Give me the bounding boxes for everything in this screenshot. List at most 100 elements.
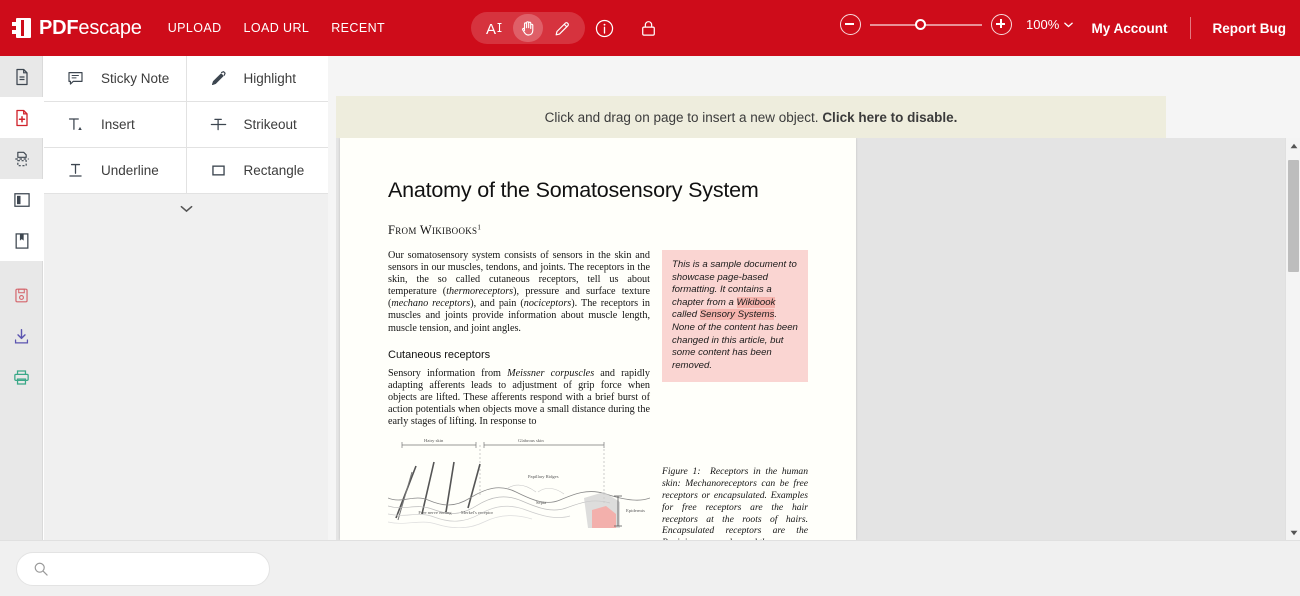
zoom-level-value: 100% — [1026, 17, 1060, 32]
caret-up-icon — [1290, 143, 1297, 148]
document-add-icon — [15, 109, 28, 126]
rectangle-icon — [211, 165, 225, 176]
print-icon — [14, 370, 29, 385]
svg-text:A: A — [486, 21, 496, 38]
annotation-tools-grid: Sticky Note Highlight Insert Strikeout U… — [44, 56, 328, 193]
nav-load-url[interactable]: LOAD URL — [244, 21, 310, 35]
pencil-edit-tool-button[interactable] — [547, 14, 577, 42]
diagram-label-glabrous-skin: Glabrous skin — [518, 438, 544, 444]
account-area: My Account Report Bug — [1091, 0, 1286, 56]
scroll-up-button[interactable] — [1286, 138, 1300, 153]
pdf-canvas-area[interactable]: Anatomy of the Somatosensory System From… — [336, 138, 1300, 540]
tool-sticky-note-label: Sticky Note — [101, 71, 170, 86]
logo-text-bold: PDF — [39, 16, 79, 39]
rail-pages-button[interactable] — [0, 56, 43, 97]
pencil-edit-icon — [555, 21, 569, 35]
app-logo[interactable]: PDFescape — [12, 17, 142, 40]
pdf-document-title: Anatomy of the Somatosensory System — [388, 178, 759, 202]
scrollbar-thumb[interactable] — [1288, 160, 1299, 272]
save-icon — [15, 288, 28, 303]
tools-expand-button[interactable] — [44, 193, 328, 223]
search-icon — [34, 562, 48, 576]
rail-divider-gap — [0, 261, 42, 275]
nav-recent[interactable]: RECENT — [331, 21, 385, 35]
strikeout-icon — [210, 118, 226, 131]
skin-anatomy-figure: Hairy skin Glabrous skin Papillary Ridge… — [387, 436, 651, 529]
tool-sticky-note[interactable]: Sticky Note — [44, 56, 186, 101]
tool-strikeout-label: Strikeout — [243, 117, 297, 132]
hand-pan-tool-button[interactable] — [513, 14, 543, 42]
info-button[interactable] — [593, 17, 615, 39]
chevron-down-icon — [1064, 22, 1074, 27]
report-bug-link[interactable]: Report Bug — [1213, 21, 1287, 36]
pdf-byline: From Wikibooks1 — [388, 223, 808, 238]
text-select-icon: A — [486, 21, 501, 38]
banner-disable-link[interactable]: Click here to disable. — [822, 110, 957, 125]
zoom-level-selector[interactable]: 100% — [1026, 17, 1074, 32]
insert-text-icon — [68, 118, 82, 131]
diagram-label-epidermis: Epidermis — [626, 508, 645, 514]
hand-pan-icon — [521, 20, 533, 36]
tool-highlight[interactable]: Highlight — [186, 56, 328, 101]
scroll-down-button[interactable] — [1286, 525, 1300, 540]
lock-button[interactable] — [637, 17, 659, 39]
annotation-tools-panel: Sticky Note Highlight Insert Strikeout U… — [44, 56, 328, 540]
top-toolbar: PDFescape UPLOAD LOAD URL RECENT A 100% … — [0, 0, 1300, 56]
tool-underline[interactable]: Underline — [44, 148, 186, 193]
underline-icon — [69, 163, 82, 177]
my-account-link[interactable]: My Account — [1091, 21, 1167, 36]
mode-tool-group: A — [471, 12, 585, 44]
rail-print-button[interactable] — [0, 357, 43, 398]
callout-highlight-sensory-systems: Sensory Systems — [699, 309, 775, 321]
callout-highlight-wikibook: Wikibook — [736, 296, 776, 308]
diagram-label-merkels-receptor: Merkel's receptor — [460, 510, 494, 516]
pdf-left-column: Our somatosensory system consists of sen… — [387, 250, 651, 540]
account-divider — [1189, 17, 1191, 39]
top-nav: UPLOAD LOAD URL RECENT — [168, 21, 385, 35]
document-icon — [15, 68, 28, 85]
highlighter-icon — [211, 71, 226, 86]
search-box[interactable] — [16, 552, 270, 586]
insert-object-banner: Click and drag on page to insert a new o… — [336, 96, 1166, 138]
zoom-slider[interactable] — [870, 18, 982, 30]
tool-highlight-label: Highlight — [243, 71, 297, 86]
rail-split-page-button[interactable] — [0, 138, 43, 179]
tool-strikeout[interactable]: Strikeout — [186, 102, 328, 147]
bottom-bar: 1 of 2 — [0, 540, 1300, 596]
tool-insert-label: Insert — [101, 117, 135, 132]
pdf-paragraph-1: Our somatosensory system consists of sen… — [388, 250, 650, 334]
diagram-label-hairy-skin: Hairy skin — [424, 438, 444, 444]
document-scrollbar[interactable] — [1285, 138, 1300, 540]
nav-upload[interactable]: UPLOAD — [168, 21, 222, 35]
pdfescape-logo-icon — [12, 18, 34, 38]
diagram-label-septa: Septa — [536, 500, 547, 506]
pdf-figure-caption: Figure 1: Receptors in the human skin: M… — [662, 466, 808, 540]
page-split-icon — [14, 151, 29, 166]
bookmark-icon — [15, 232, 28, 249]
logo-text-light: escape — [78, 16, 142, 39]
tool-rectangle[interactable]: Rectangle — [186, 148, 328, 193]
diagram-label-papillary-ridges: Papillary Ridges — [528, 474, 559, 480]
rail-download-button[interactable] — [0, 316, 43, 357]
pdf-page[interactable]: Anatomy of the Somatosensory System From… — [340, 138, 856, 540]
sticky-note-icon — [68, 72, 83, 85]
pdf-byline-footnote: 1 — [477, 223, 482, 232]
rail-sidebar-toggle-button[interactable] — [0, 179, 43, 220]
zoom-slider-thumb[interactable] — [915, 18, 926, 30]
text-select-tool-button[interactable]: A — [479, 14, 509, 42]
rail-insert-page-button[interactable] — [0, 97, 43, 138]
pdf-right-column: This is a sample document to showcase pa… — [662, 250, 808, 540]
zoom-in-icon[interactable] — [991, 14, 1012, 35]
rail-bookmarks-button[interactable] — [0, 220, 43, 261]
zoom-out-icon[interactable] — [840, 14, 861, 35]
pdf-sample-callout: This is a sample document to showcase pa… — [662, 250, 808, 383]
tool-insert[interactable]: Insert — [44, 102, 186, 147]
zoom-controls: 100% — [840, 14, 1074, 35]
search-input[interactable] — [59, 561, 249, 577]
diagram-label-free-nerve-ending: Free nerve ending — [418, 510, 452, 516]
left-icon-rail — [0, 56, 43, 540]
banner-message: Click and drag on page to insert a new o… — [544, 109, 823, 125]
tool-underline-label: Underline — [101, 163, 159, 178]
rail-save-button[interactable] — [0, 275, 43, 316]
pdfescape-app: PDFescape UPLOAD LOAD URL RECENT A 100% … — [0, 0, 1300, 596]
